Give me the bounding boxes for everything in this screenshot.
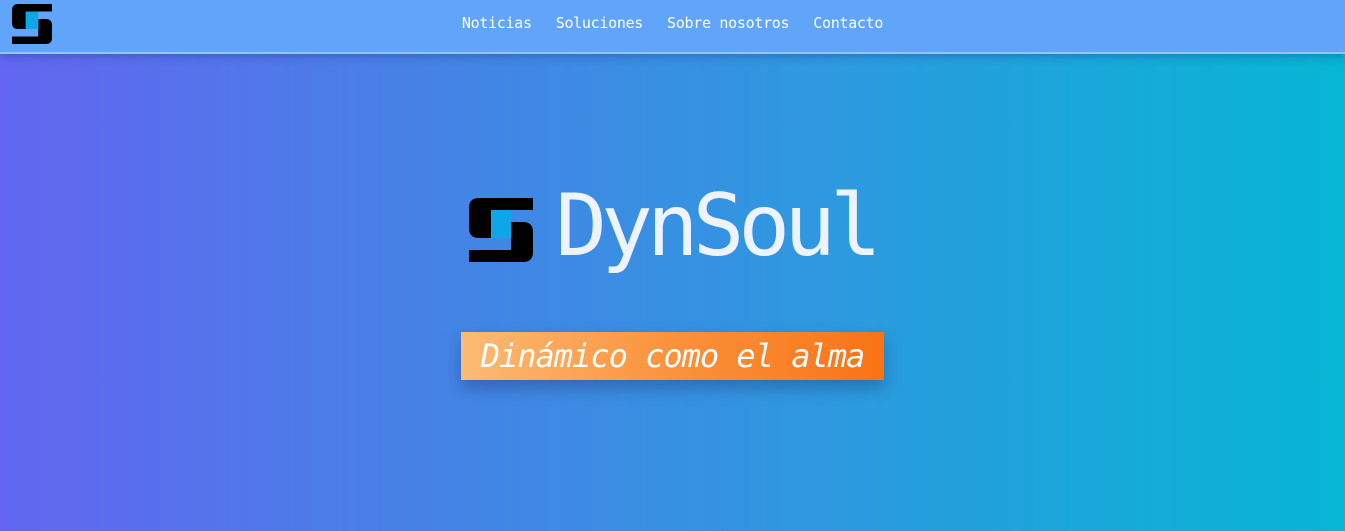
hero-brand: DynSoul — [0, 178, 1345, 274]
nav-menu: Noticias Soluciones Sobre nosotros Conta… — [0, 0, 1345, 46]
nav-link-contacto[interactable]: Contacto — [813, 14, 883, 32]
tagline-container: Dinámico como el alma — [0, 332, 1345, 380]
nav-link-sobre-nosotros[interactable]: Sobre nosotros — [667, 14, 790, 32]
brand-name: DynSoul — [555, 176, 881, 276]
navbar: Noticias Soluciones Sobre nosotros Conta… — [0, 0, 1345, 54]
tagline: Dinámico como el alma — [460, 332, 885, 380]
dynsoul-logo-icon — [469, 198, 534, 262]
nav-link-soluciones[interactable]: Soluciones — [556, 14, 644, 32]
nav-link-noticias[interactable]: Noticias — [462, 14, 532, 32]
